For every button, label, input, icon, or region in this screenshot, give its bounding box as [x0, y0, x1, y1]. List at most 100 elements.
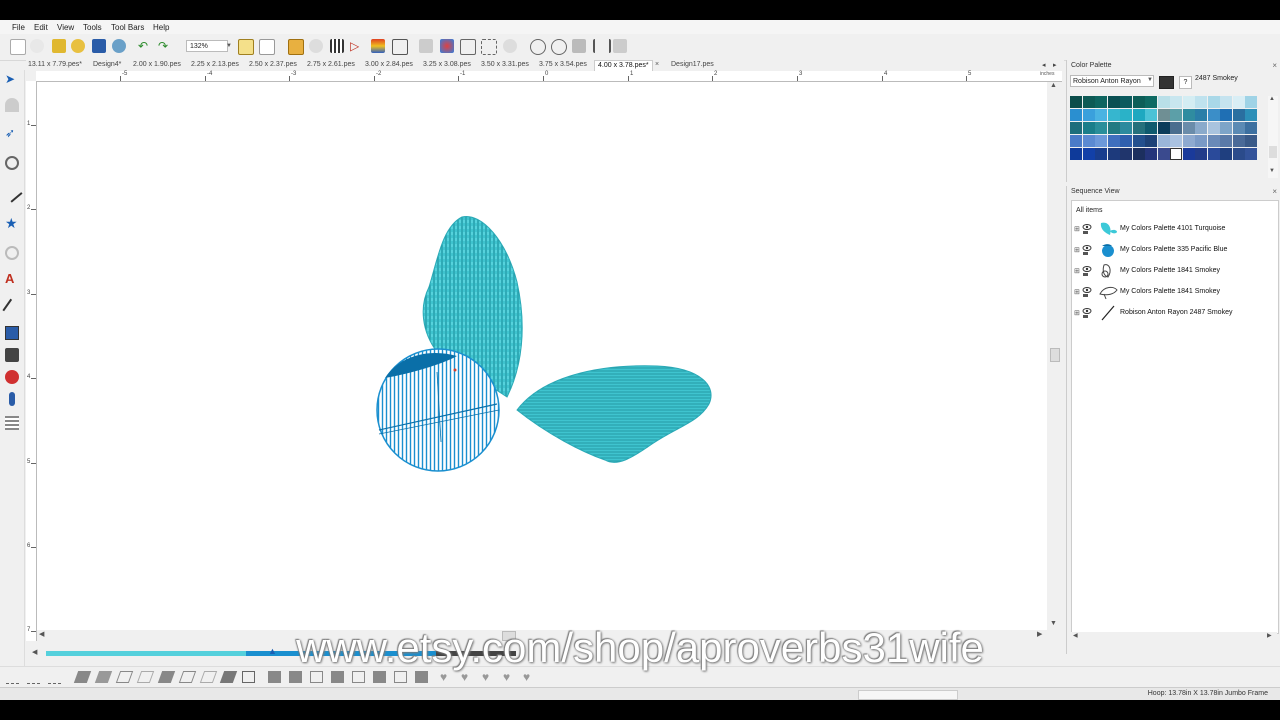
color-swatch[interactable] [1220, 122, 1232, 134]
color-swatch[interactable] [1095, 135, 1107, 147]
line-tool-icon[interactable] [1, 181, 23, 203]
timeline-left-icon[interactable]: ◀ [32, 648, 37, 656]
shape-6-icon[interactable] [373, 671, 386, 683]
visibility-eye-icon[interactable] [1082, 307, 1092, 319]
scroll-left-icon[interactable]: ◀ [1073, 632, 1078, 639]
heart-1-icon[interactable]: ♥ [440, 671, 453, 683]
node-edit-icon[interactable]: ➶ [5, 126, 19, 140]
tab-13-11x7-79[interactable]: 13.11 x 7.79.pes* [28, 61, 82, 68]
visibility-eye-icon[interactable] [1082, 244, 1092, 256]
color-swatch[interactable] [1232, 135, 1245, 147]
color-swatch[interactable] [1070, 135, 1082, 147]
shape-1-icon[interactable] [268, 671, 281, 683]
hoop-icon[interactable] [288, 39, 304, 55]
tab-close-icon[interactable]: × [655, 61, 659, 68]
shape-5-icon[interactable] [352, 671, 365, 683]
color-sort-icon[interactable] [371, 39, 385, 53]
center-icon[interactable] [503, 39, 517, 53]
menu-view[interactable]: View [57, 23, 74, 32]
color-swatch[interactable] [1195, 135, 1207, 147]
tab-2-00x1-90[interactable]: 2.00 x 1.90.pes [133, 61, 181, 68]
color-swatch[interactable] [1232, 109, 1245, 121]
shape-2-icon[interactable] [289, 671, 302, 683]
menu-tools[interactable]: Tools [83, 23, 102, 32]
color-swatch[interactable] [1207, 96, 1220, 108]
color-swatch[interactable] [1132, 96, 1145, 108]
lasso-icon[interactable] [5, 98, 19, 112]
embroidery-design[interactable] [37, 82, 1047, 638]
motif-stitch-icon[interactable] [178, 671, 197, 683]
close-icon[interactable]: × [1272, 187, 1277, 196]
tabs-scroll-right-icon[interactable]: ▸ [1053, 61, 1057, 69]
zoom-tool-icon[interactable] [5, 156, 19, 170]
color-swatch[interactable] [1082, 109, 1095, 121]
color-swatch[interactable] [1107, 135, 1120, 147]
tab-2-50x2-37[interactable]: 2.50 x 2.37.pes [249, 61, 297, 68]
shape-7-icon[interactable] [394, 671, 407, 683]
palette-select[interactable]: Robison Anton Rayon [1070, 75, 1154, 87]
tab-2-75x2-61[interactable]: 2.75 x 2.61.pes [307, 61, 355, 68]
color-swatch[interactable] [1207, 148, 1220, 160]
tab-3-25x3-08[interactable]: 3.25 x 3.08.pes [423, 61, 471, 68]
color-swatch[interactable] [1070, 148, 1082, 160]
print-icon[interactable] [112, 39, 126, 53]
open-wizard-icon[interactable] [30, 39, 44, 53]
visibility-eye-icon[interactable] [1082, 265, 1092, 277]
expand-icon[interactable]: ⊞ [1074, 225, 1080, 233]
color-swatch[interactable] [1095, 96, 1107, 108]
scroll-right-icon[interactable]: ▶ [1037, 630, 1042, 638]
tabs-scroll-left-icon[interactable]: ◂ [1042, 61, 1046, 69]
shape-8-icon[interactable] [415, 671, 428, 683]
color-swatch[interactable] [1195, 96, 1207, 108]
tab-3-75x3-54[interactable]: 3.75 x 3.54.pes [539, 61, 587, 68]
color-swatch[interactable] [1070, 109, 1082, 121]
select-arrow-icon[interactable]: ➤ [5, 72, 19, 86]
color-swatch[interactable] [1157, 109, 1170, 121]
cross-stitch-icon[interactable] [199, 671, 218, 683]
visibility-eye-icon[interactable] [1082, 286, 1092, 298]
color-swatch[interactable] [1145, 148, 1157, 160]
color-swatch-grid[interactable] [1070, 96, 1257, 180]
expand-icon[interactable]: ⊞ [1074, 288, 1080, 296]
fill-tool-icon[interactable] [5, 348, 19, 362]
scroll-thumb[interactable] [1050, 348, 1060, 362]
color-swatch[interactable] [1145, 96, 1157, 108]
color-swatch[interactable] [1082, 122, 1095, 134]
design-canvas[interactable] [37, 82, 1047, 638]
color-swatch[interactable] [1245, 135, 1257, 147]
color-swatch[interactable] [1095, 148, 1107, 160]
color-swatch[interactable] [1132, 122, 1145, 134]
expand-icon[interactable]: ⊞ [1074, 309, 1080, 317]
heart-2-icon[interactable]: ♥ [461, 671, 474, 683]
color-swatch[interactable] [1082, 96, 1095, 108]
satin-stitch-icon[interactable] [73, 671, 92, 683]
color-swatch[interactable] [1182, 148, 1195, 160]
undo-icon[interactable]: ↶ [138, 39, 152, 53]
color-swatch[interactable] [1145, 135, 1157, 147]
menu-tool-bars[interactable]: Tool Bars [111, 23, 144, 32]
color-swatch[interactable] [1207, 135, 1220, 147]
color-swatch[interactable] [1220, 109, 1232, 121]
color-swatch[interactable] [1107, 109, 1120, 121]
split-icon[interactable] [613, 39, 627, 53]
color-wheel-icon[interactable] [440, 39, 454, 53]
color-swatch[interactable] [1195, 122, 1207, 134]
color-swatch[interactable] [1095, 122, 1107, 134]
color-picker-icon[interactable] [5, 370, 19, 384]
color-swatch[interactable] [1170, 148, 1182, 160]
scroll-up-icon[interactable]: ▲ [1050, 82, 1057, 89]
color-swatch[interactable] [1170, 96, 1182, 108]
color-swatch[interactable] [1195, 148, 1207, 160]
sequence-item[interactable]: ⊞ My Colors Palette 4101 Turquoise [1074, 219, 1274, 239]
tab-design4[interactable]: Design4* [93, 61, 121, 68]
show-jumps-icon[interactable]: ▷ [350, 39, 364, 53]
color-swatch[interactable] [1157, 135, 1170, 147]
color-swatch[interactable] [1120, 122, 1132, 134]
color-swatch[interactable] [1107, 96, 1120, 108]
stitch-tool-icon[interactable] [5, 416, 19, 430]
color-swatch[interactable] [1132, 109, 1145, 121]
color-swatch[interactable] [1245, 148, 1257, 160]
circle-shape-icon[interactable] [5, 246, 19, 260]
expand-icon[interactable]: ⊞ [1074, 246, 1080, 254]
cut-icon[interactable] [419, 39, 433, 53]
